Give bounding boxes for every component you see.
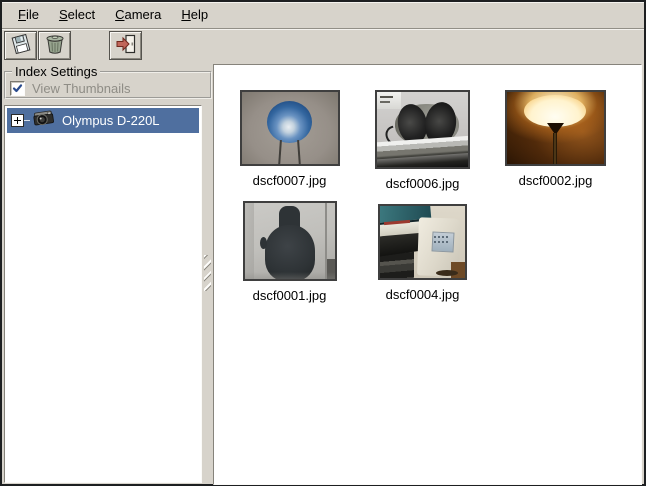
thumbnail-dscf0001[interactable] (243, 201, 337, 281)
thumbnail-cell: dscf0004.jpg (356, 204, 489, 302)
blue-component-photo (267, 101, 312, 143)
thumbnail-panel: dscf0007.jpg dscf0006.jpg (213, 64, 642, 485)
menubar: File Select Camera Help (2, 2, 644, 29)
main-area: Index Settings View Thumbnails (2, 64, 644, 486)
thumbnail-dscf0004[interactable] (378, 204, 467, 280)
floor-lamp-photo (524, 95, 586, 127)
view-thumbnails-checkbox[interactable] (10, 81, 25, 96)
thumbnail-filename: dscf0002.jpg (519, 173, 593, 188)
pane-splitter[interactable] (202, 64, 213, 485)
menu-file[interactable]: File (8, 2, 49, 28)
thumbnail-filename: dscf0007.jpg (253, 173, 327, 188)
thumbnail-filename: dscf0004.jpg (386, 287, 460, 302)
menu-select[interactable]: Select (49, 2, 105, 28)
view-thumbnails-label: View Thumbnails (32, 81, 131, 96)
camera-tree: Olympus D-220L (4, 105, 202, 483)
menu-camera[interactable]: Camera (105, 2, 171, 28)
exit-door-icon (114, 32, 138, 59)
delete-button[interactable] (38, 31, 71, 60)
thumbnail-cell: dscf0001.jpg (223, 201, 356, 303)
toolbar (2, 29, 644, 64)
thumbnail-dscf0006[interactable] (375, 90, 470, 169)
tree-expander-icon[interactable] (11, 114, 24, 127)
exit-button[interactable] (109, 31, 142, 60)
frame-title: Index Settings (12, 64, 100, 79)
tree-twig (24, 120, 30, 121)
splitter-grip-icon (204, 255, 211, 291)
trash-icon (43, 32, 67, 59)
thumbnail-dscf0002[interactable] (505, 90, 606, 166)
thumbnail-cell: dscf0007.jpg (223, 90, 356, 188)
view-thumbnails-row: View Thumbnails (10, 81, 206, 96)
thumbnail-filename: dscf0001.jpg (253, 288, 327, 303)
camera-icon (32, 109, 55, 132)
thumbnail-cell: dscf0006.jpg (356, 90, 489, 191)
tree-item-label: Olympus D-220L (62, 113, 160, 128)
floppy-disk-icon (9, 32, 33, 59)
menu-help[interactable]: Help (171, 2, 218, 28)
checkmark-icon (12, 83, 23, 94)
thumbnail-filename: dscf0006.jpg (386, 176, 460, 191)
index-settings-frame: Index Settings View Thumbnails (4, 64, 212, 99)
thumbnail-dscf0007[interactable] (240, 90, 340, 166)
guitar-case-photo (245, 203, 254, 279)
sidebar: Index Settings View Thumbnails (4, 64, 202, 485)
save-button[interactable] (4, 31, 37, 60)
tree-item-olympus[interactable]: Olympus D-220L (7, 108, 199, 133)
thumbnail-cell: dscf0002.jpg (489, 90, 622, 188)
gtkam-window: File Select Camera Help (0, 0, 646, 486)
